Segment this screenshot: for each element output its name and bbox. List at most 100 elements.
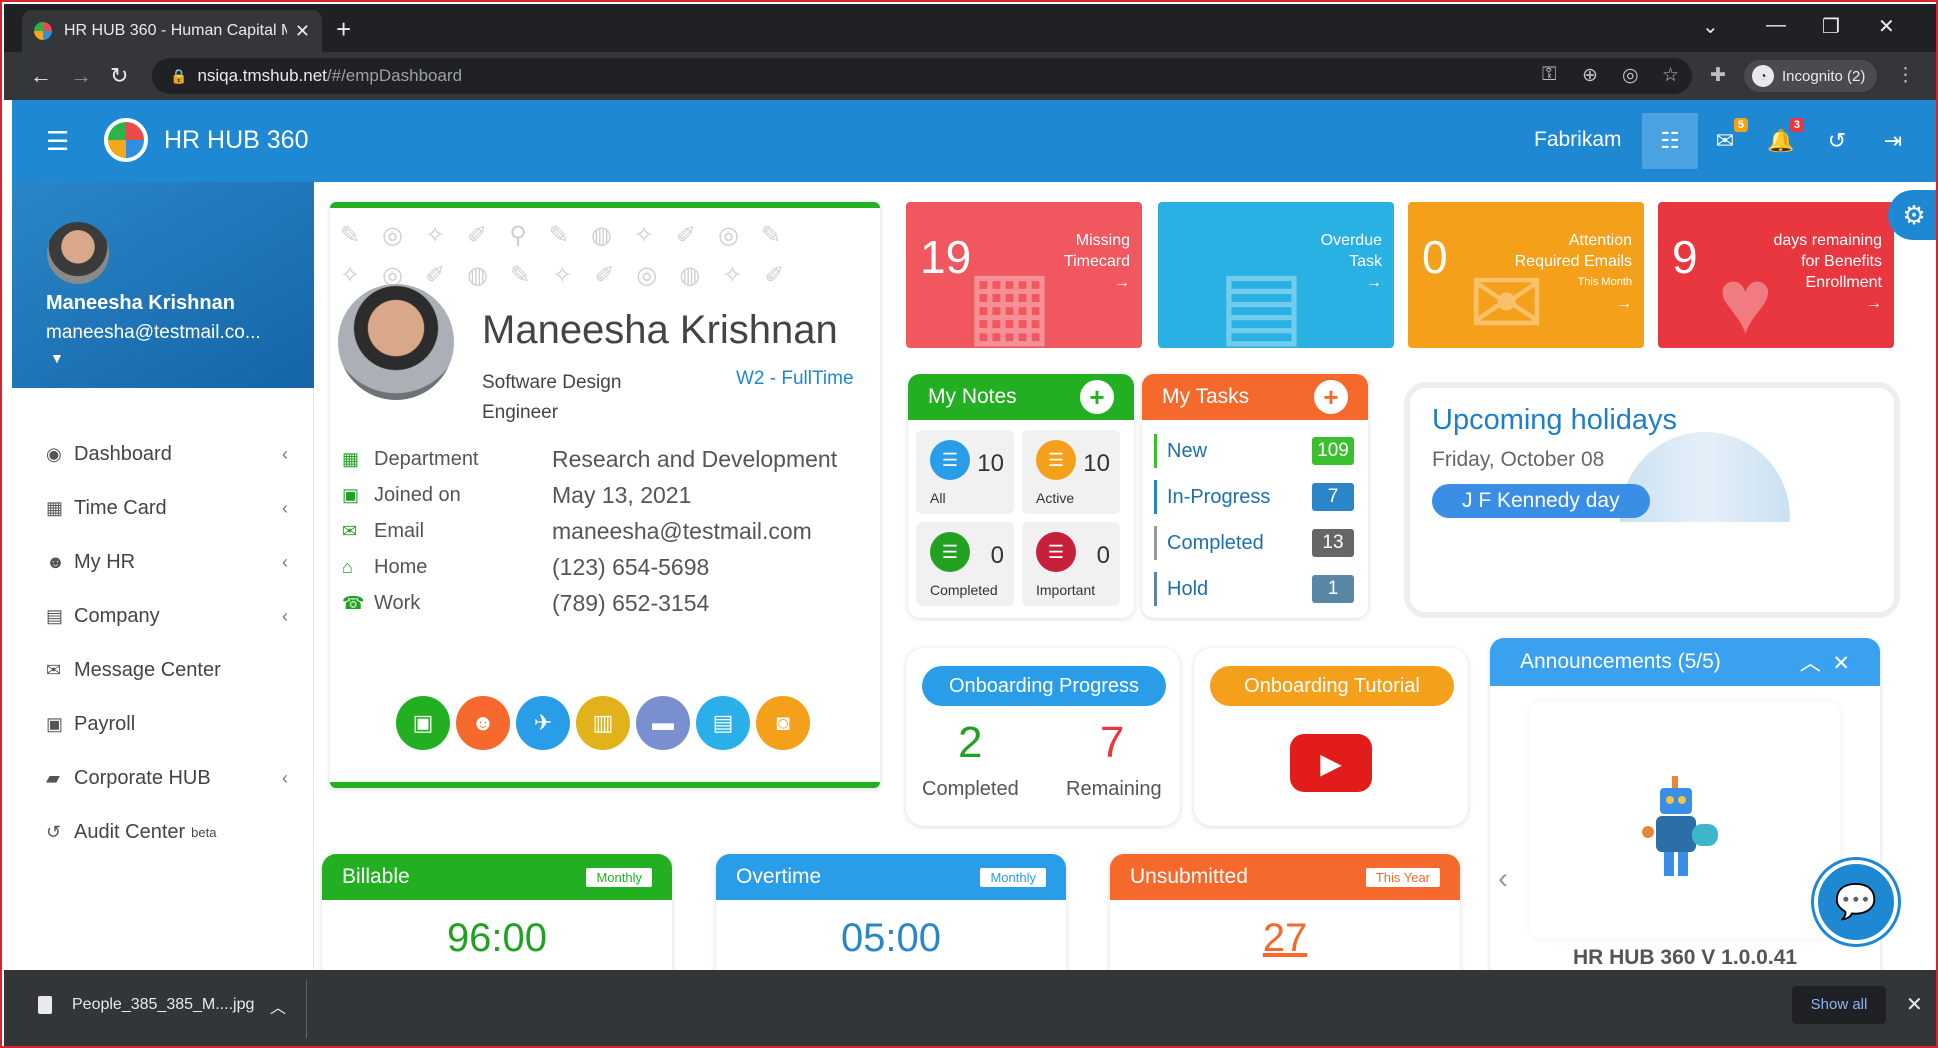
download-shelf: People_385_385_M....jpg ︿ Show all ✕ <box>4 970 1936 1046</box>
eye-off-icon[interactable]: ◎ <box>1622 64 1639 87</box>
bell-badge: 3 <box>1789 118 1804 132</box>
forward-icon[interactable]: → <box>70 63 92 89</box>
travel-button[interactable]: ✈ <box>516 696 570 750</box>
menu-kebab-icon[interactable]: ⋮ <box>1896 64 1915 87</box>
money-button[interactable]: ◙ <box>756 696 810 750</box>
sidebar: Maneesha Krishnan maneesha@testmail.co..… <box>12 182 314 970</box>
task-in-progress[interactable]: In-Progress 7 <box>1154 480 1354 514</box>
card-title: Billable <box>342 865 410 888</box>
carousel-prev-icon[interactable]: ‹ <box>1498 862 1508 896</box>
user-panel: Maneesha Krishnan maneesha@testmail.co..… <box>12 182 314 388</box>
incognito-indicator[interactable]: ◔ Incognito (2) <box>1744 60 1878 92</box>
restore-icon[interactable]: ❐ <box>1822 14 1840 39</box>
key-icon[interactable]: ⚿ <box>1542 64 1556 86</box>
home-icon: ⌂ <box>342 556 353 577</box>
notes-completed[interactable]: ☰ 0 Completed <box>916 522 1014 606</box>
remaining-count: 7 <box>1100 718 1125 767</box>
sidebar-item-label: Dashboard <box>74 442 172 465</box>
decorative-doodles: ✎◎✧✐⚲✎◍✧✐◎✎ ✧◎✐◍✎✧✐◎◍✧✐ <box>340 222 807 289</box>
sidebar-item-corporate-hub[interactable]: ▰ Corporate HUB ‹ <box>12 750 314 806</box>
user-caret-icon[interactable]: ▼ <box>50 350 64 366</box>
arrow-right-icon: → <box>1866 295 1882 312</box>
add-task-icon[interactable]: + <box>1314 380 1348 414</box>
close-icon[interactable]: ✕ <box>1832 652 1850 675</box>
calendar-add-button[interactable]: ▣ <box>396 696 450 750</box>
app-title: HR HUB 360 <box>164 126 309 154</box>
add-note-icon[interactable]: + <box>1080 380 1114 414</box>
onboarding-progress-card[interactable]: Onboarding Progress 2 7 Completed Remain… <box>906 648 1180 826</box>
hamburger-menu-icon[interactable]: ☰ <box>46 126 69 157</box>
billable-header: Billable Monthly <box>322 854 672 900</box>
task-completed[interactable]: Completed 13 <box>1154 526 1354 560</box>
unsubmitted-value[interactable]: 27 <box>1110 916 1460 961</box>
calendar-icon: ▦ <box>46 497 64 518</box>
close-window-icon[interactable]: ✕ <box>1878 14 1895 39</box>
tab-close-icon[interactable]: ✕ <box>295 21 310 42</box>
mail-icon[interactable]: ✉ 5 <box>1708 118 1748 158</box>
onboarding-tutorial-card[interactable]: Onboarding Tutorial ▶ <box>1194 648 1468 826</box>
folder-button[interactable]: ▬ <box>636 696 690 750</box>
new-tab-button[interactable]: + <box>336 14 351 45</box>
sidebar-item-my-hr[interactable]: ☻ My HR ‹ <box>12 534 314 590</box>
holiday-name: J F Kennedy day <box>1432 484 1650 518</box>
address-bar[interactable]: 🔒 nsiqa.tmshub.net/#/empDashboard <box>152 58 1692 94</box>
sidebar-item-audit-center[interactable]: ↺ Audit Center beta <box>12 804 314 860</box>
chevron-up-icon[interactable]: ︿ <box>270 994 286 1018</box>
extensions-icon[interactable]: ✚ <box>1710 64 1726 87</box>
attention-emails-tile[interactable]: ✉ 0 Attention Required Emails This Month → <box>1408 202 1644 348</box>
my-tasks-panel: My Tasks + New 109 In-Progress 7 Completed… <box>1142 374 1368 618</box>
overdue-task-tile[interactable]: ▤ Overdue Task → <box>1158 202 1394 348</box>
logout-icon[interactable]: ⇥ <box>1876 124 1910 158</box>
show-all-button[interactable]: Show all <box>1792 986 1886 1024</box>
chevron-left-icon: ‹ <box>282 443 288 464</box>
row-value[interactable]: maneesha@testmail.com <box>552 518 812 545</box>
tile-label: Overdue Task → <box>1320 232 1382 291</box>
notes-active[interactable]: ☰ 10 Active <box>1022 430 1120 514</box>
settings-gear-icon[interactable]: ⚙ <box>1888 190 1936 240</box>
id-card-button[interactable]: ▤ <box>696 696 750 750</box>
minimize-icon[interactable]: — <box>1766 14 1786 37</box>
sidebar-item-company[interactable]: ▤ Company ‹ <box>12 588 314 644</box>
task-new[interactable]: New 109 <box>1154 434 1354 468</box>
zoom-icon[interactable]: ⊕ <box>1582 64 1598 87</box>
missing-timecard-tile[interactable]: ▦ 19 Missing Timecard → <box>906 202 1142 348</box>
team-button[interactable]: ☻ <box>456 696 510 750</box>
download-filename[interactable]: People_385_385_M....jpg <box>72 996 254 1014</box>
row-value: (123) 654-5698 <box>552 553 710 580</box>
notes-all[interactable]: ☰ 10 All <box>916 430 1014 514</box>
browser-tab[interactable]: HR HUB 360 - Human Capital Ma ✕ <box>22 10 322 52</box>
sidebar-item-label: Company <box>74 604 160 627</box>
close-shelf-icon[interactable]: ✕ <box>1906 992 1923 1017</box>
home-phone-row: ⌂ Home (123) 654-5698 <box>342 550 709 584</box>
collapse-icon[interactable]: ︿ <box>1800 652 1821 675</box>
chevron-left-icon: ‹ <box>282 497 288 518</box>
chat-bubble-icon[interactable]: 💬 <box>1814 860 1898 944</box>
task-hold[interactable]: Hold 1 <box>1154 572 1354 606</box>
company-name[interactable]: Fabrikam <box>1534 128 1622 152</box>
star-icon[interactable]: ☆ <box>1662 64 1679 87</box>
phone-icon: ☎ <box>342 592 365 613</box>
history-icon[interactable]: ↺ <box>1820 124 1854 158</box>
sidebar-item-payroll[interactable]: ▣ Payroll <box>12 696 314 752</box>
sidebar-item-message-center[interactable]: ✉ Message Center <box>12 642 314 698</box>
institution-button[interactable]: ▥ <box>576 696 630 750</box>
reload-icon[interactable]: ↻ <box>110 63 128 89</box>
notes-important[interactable]: ☰ 0 Important <box>1022 522 1120 606</box>
back-icon[interactable]: ← <box>30 63 52 89</box>
youtube-play-icon[interactable]: ▶ <box>1290 734 1372 792</box>
arrow-right-icon: → <box>1616 295 1632 312</box>
sidebar-item-time-card[interactable]: ▦ Time Card ‹ <box>12 480 314 536</box>
building-icon: ▦ <box>342 448 360 469</box>
completed-count: 2 <box>958 718 983 767</box>
tile-label: days remaining for Benefits Enrollment → <box>1773 232 1883 312</box>
tile-number: 19 <box>920 231 972 283</box>
list-view-icon[interactable]: ☷ <box>1642 113 1698 169</box>
building-icon: ▤ <box>46 605 64 626</box>
app-header: ☰ HR HUB 360 Fabrikam ☷ ✉ 5 🔔 3 ↺ ⇥ <box>12 100 1936 182</box>
divider <box>306 980 307 1038</box>
tile-number: 9 <box>1672 231 1698 283</box>
benefits-enrollment-tile[interactable]: ♥ 9 days remaining for Benefits Enrollment… <box>1658 202 1894 348</box>
bell-icon[interactable]: 🔔 3 <box>1764 118 1804 158</box>
tab-search-icon[interactable]: ⌄ <box>1702 14 1719 39</box>
sidebar-item-dashboard[interactable]: ◉ Dashboard ‹ <box>12 426 314 482</box>
